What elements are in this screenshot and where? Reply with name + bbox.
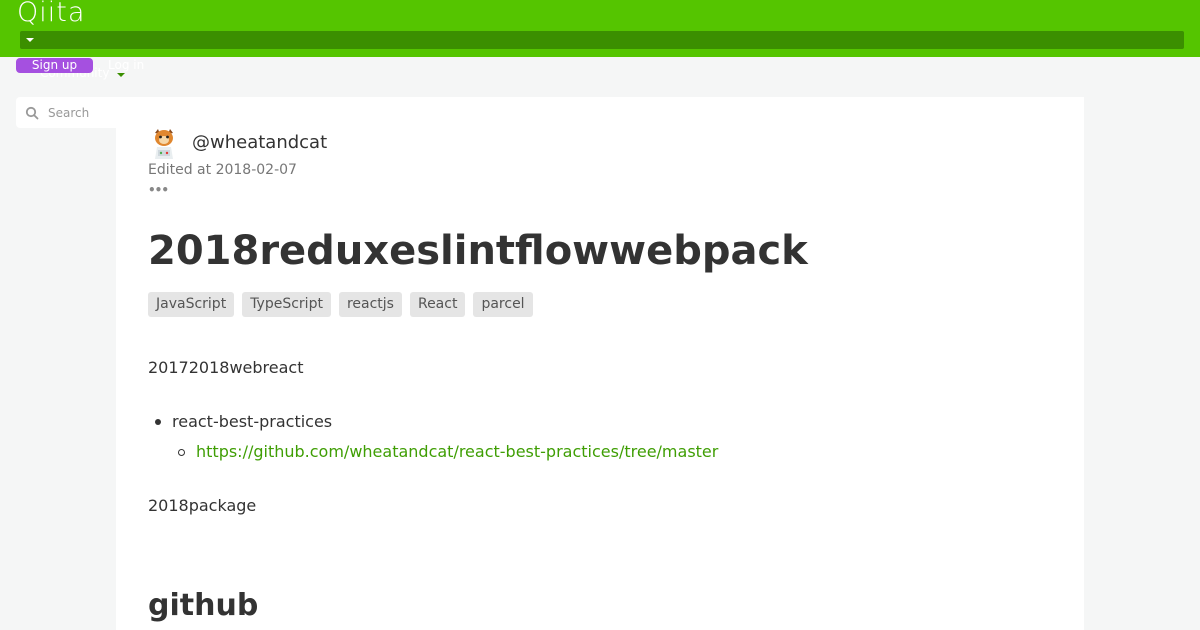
caret-down-icon[interactable]: [26, 38, 34, 42]
tag-reactjs[interactable]: reactjs: [338, 292, 402, 317]
article-title: 2018reduxeslintflowwebpack: [148, 228, 808, 274]
signup-button[interactable]: Sign up: [16, 58, 93, 73]
more-options-icon[interactable]: •••: [148, 184, 169, 196]
article-card: @wheatandcat Edited at 2018-02-07 ••• 20…: [116, 97, 1084, 630]
search-input[interactable]: [46, 97, 126, 128]
nav-bar[interactable]: [20, 31, 1184, 49]
edited-date: Edited at 2018-02-07: [148, 162, 297, 178]
search-box[interactable]: [16, 97, 126, 128]
site-header: Qiita: [0, 0, 1200, 57]
tag-parcel[interactable]: parcel: [473, 292, 533, 317]
github-link[interactable]: https://github.com/wheatandcat/react-bes…: [196, 441, 718, 463]
intro-paragraph: 20172018webreact: [148, 358, 304, 377]
tag-list: JavaScript TypeScript reactjs React parc…: [148, 292, 533, 317]
chevron-down-icon[interactable]: [117, 73, 125, 77]
section-heading: github: [148, 588, 259, 623]
search-icon: [25, 106, 39, 120]
tag-typescript[interactable]: TypeScript: [242, 292, 331, 317]
paragraph-2: 2018package: [148, 496, 257, 515]
avatar[interactable]: [148, 128, 180, 160]
circle-bullet-icon: [178, 449, 185, 456]
login-link[interactable]: Log in: [108, 58, 144, 73]
author-name[interactable]: @wheatandcat: [192, 131, 327, 155]
tag-react[interactable]: React: [409, 292, 466, 317]
tag-javascript[interactable]: JavaScript: [148, 292, 235, 317]
list-item: react-best-practices: [172, 412, 333, 431]
qiita-logo[interactable]: Qiita: [17, 0, 85, 28]
bullet-icon: [155, 419, 161, 425]
